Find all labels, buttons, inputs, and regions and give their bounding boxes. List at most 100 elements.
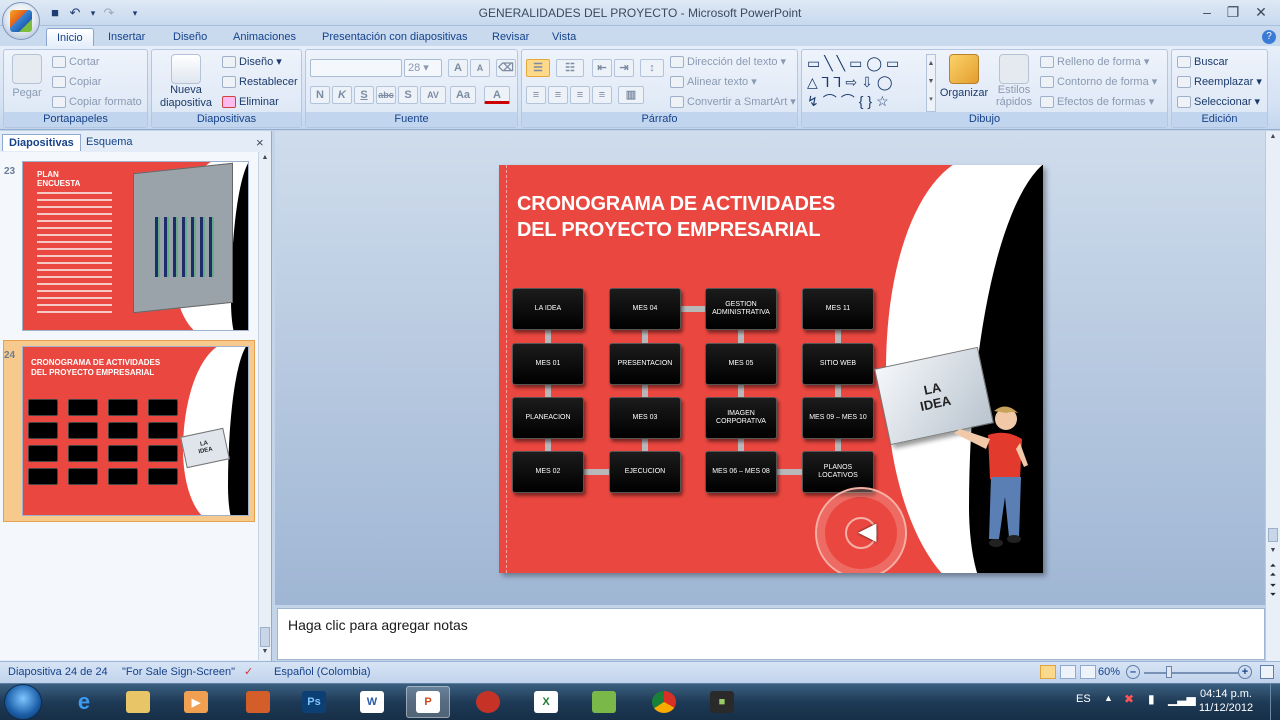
slideshow-icon[interactable] xyxy=(1080,665,1096,679)
zoom-in-icon[interactable]: + xyxy=(1238,665,1252,679)
delete-slide-button[interactable]: Eliminar xyxy=(222,93,279,111)
change-case-button[interactable]: Aa xyxy=(450,86,476,104)
close-pane-button[interactable]: × xyxy=(256,135,264,150)
font-size-input[interactable]: 28 ▾ xyxy=(404,59,442,77)
format-painter-button[interactable]: Copiar formato xyxy=(52,93,142,111)
clear-format-button[interactable]: ⌫ xyxy=(496,59,516,77)
tab-vista[interactable]: Vista xyxy=(542,28,586,47)
zoom-slider-thumb[interactable] xyxy=(1166,666,1172,678)
scroll-up-icon[interactable]: ▲ xyxy=(260,154,270,164)
prev-slide-icon[interactable]: ⏶ ⏶ xyxy=(1268,561,1278,579)
powerpoint-icon[interactable]: P xyxy=(406,686,450,718)
zoom-slider[interactable] xyxy=(1144,672,1238,674)
spellcheck-icon[interactable]: ✓ xyxy=(244,665,253,678)
shape-fill-button[interactable]: Relleno de forma ▾ xyxy=(1040,53,1149,71)
smartart-button[interactable]: Convertir a SmartArt ▾ xyxy=(670,93,796,111)
reset-button[interactable]: Restablecer xyxy=(222,73,298,91)
scroll-thumb[interactable] xyxy=(1268,528,1278,542)
slide-sorter-icon[interactable] xyxy=(1060,665,1076,679)
slides-scrollbar[interactable]: ▲ ▼ xyxy=(258,152,271,660)
new-slide-button[interactable]: Nueva diapositiva xyxy=(156,54,216,110)
tab-animaciones[interactable]: Animaciones xyxy=(223,28,306,47)
language-status[interactable]: Español (Colombia) xyxy=(274,666,371,678)
layout-button[interactable]: Diseño ▾ xyxy=(222,53,282,71)
align-center-button[interactable]: ≡ xyxy=(548,86,568,104)
excel-icon[interactable]: X xyxy=(524,686,568,718)
close-button[interactable]: ✕ xyxy=(1250,3,1272,21)
scroll-thumb[interactable] xyxy=(260,627,270,647)
notes-pane[interactable]: Haga clic para agregar notas xyxy=(277,608,1265,660)
schedule-node[interactable]: MES 02 xyxy=(512,451,584,493)
tab-presentacion[interactable]: Presentación con diapositivas xyxy=(312,28,478,47)
slide-canvas[interactable]: CRONOGRAMA DE ACTIVIDADES DEL PROYECTO E… xyxy=(499,165,1043,573)
schedule-node[interactable]: MES 05 xyxy=(705,343,777,385)
line-spacing-button[interactable]: ↕ xyxy=(640,59,664,77)
cut-button[interactable]: Cortar xyxy=(52,53,100,71)
italic-button[interactable]: K xyxy=(332,86,352,104)
shapes-gallery[interactable]: ▭╲╲▭◯▭ △⅂⅂⇨⇩◯ ↯⌒⌒{}☆ xyxy=(807,54,925,112)
text-direction-button[interactable]: Dirección del texto ▾ xyxy=(670,53,786,71)
language-indicator[interactable]: ES xyxy=(1076,693,1091,705)
zoom-level[interactable]: 60% xyxy=(1098,666,1120,678)
app-icon[interactable] xyxy=(236,686,280,718)
shrink-font-button[interactable]: A xyxy=(470,59,490,77)
schedule-node[interactable]: MES 03 xyxy=(609,397,681,439)
schedule-node[interactable]: SITIO WEB xyxy=(802,343,874,385)
schedule-node[interactable]: MES 01 xyxy=(512,343,584,385)
help-icon[interactable]: ? xyxy=(1262,30,1276,44)
zoom-out-icon[interactable]: – xyxy=(1126,665,1140,679)
normal-view-icon[interactable] xyxy=(1040,665,1056,679)
tab-diapositivas[interactable]: Diapositivas xyxy=(2,134,81,151)
numbering-button[interactable]: ☷ xyxy=(556,59,584,77)
restore-button[interactable]: ❐ xyxy=(1222,3,1244,21)
fit-window-icon[interactable] xyxy=(1260,665,1274,679)
tab-insertar[interactable]: Insertar xyxy=(98,28,155,47)
paste-button[interactable]: Pegar xyxy=(10,54,44,102)
app-icon[interactable] xyxy=(582,686,626,718)
slide-title[interactable]: CRONOGRAMA DE ACTIVIDADES DEL PROYECTO E… xyxy=(517,191,887,243)
align-left-button[interactable]: ≡ xyxy=(526,86,546,104)
schedule-node[interactable]: IMAGEN CORPORATIVA xyxy=(705,397,777,439)
font-name-input[interactable] xyxy=(310,59,402,77)
schedule-node[interactable]: PRESENTACION xyxy=(609,343,681,385)
internet-explorer-icon[interactable]: e xyxy=(62,686,106,718)
grow-font-button[interactable]: A xyxy=(448,59,468,77)
sound-icon[interactable]: ◀ xyxy=(858,517,888,547)
align-right-button[interactable]: ≡ xyxy=(570,86,590,104)
schedule-node[interactable]: EJECUCION xyxy=(609,451,681,493)
replace-button[interactable]: Reemplazar ▾ xyxy=(1177,73,1262,91)
scroll-up-icon[interactable]: ▲ xyxy=(1268,133,1278,140)
tab-diseno[interactable]: Diseño xyxy=(163,28,217,47)
schedule-node[interactable]: MES 06 – MES 08 xyxy=(705,451,777,493)
arrange-button[interactable]: Organizar xyxy=(938,54,990,102)
next-slide-icon[interactable]: ⏷ ⏷ xyxy=(1268,581,1278,599)
copy-button[interactable]: Copiar xyxy=(52,73,101,91)
file-explorer-icon[interactable] xyxy=(116,686,160,718)
find-button[interactable]: Buscar xyxy=(1177,53,1228,71)
bold-button[interactable]: N xyxy=(310,86,330,104)
shape-outline-button[interactable]: Contorno de forma ▾ xyxy=(1040,73,1157,91)
scroll-down-icon[interactable]: ▼ xyxy=(1268,547,1278,554)
tab-inicio[interactable]: Inicio xyxy=(46,28,94,47)
scroll-down-icon[interactable]: ▼ xyxy=(260,648,270,658)
schedule-node[interactable]: LA IDEA xyxy=(512,288,584,330)
office-button[interactable] xyxy=(2,2,40,40)
tray-expand-icon[interactable]: ▲ xyxy=(1104,693,1113,703)
strikethrough-button[interactable]: abc xyxy=(376,86,396,104)
schedule-node[interactable]: GESTION ADMINISTRATIVA xyxy=(705,288,777,330)
shadow-button[interactable]: S xyxy=(398,86,418,104)
schedule-node[interactable]: PLANEACION xyxy=(512,397,584,439)
media-player-icon[interactable]: ▶ xyxy=(174,686,218,718)
word-icon[interactable]: W xyxy=(350,686,394,718)
underline-button[interactable]: S xyxy=(354,86,374,104)
tab-esquema[interactable]: Esquema xyxy=(80,134,138,151)
slide-thumbnail-23[interactable]: PLAN ENCUESTA xyxy=(22,161,249,331)
justify-button[interactable]: ≡ xyxy=(592,86,612,104)
columns-button[interactable]: ▥ xyxy=(618,86,644,104)
tab-revisar[interactable]: Revisar xyxy=(482,28,539,47)
align-text-button[interactable]: Alinear texto ▾ xyxy=(670,73,757,91)
shapes-scroll[interactable]: ▲ ▼ ▾ xyxy=(926,54,936,112)
main-scrollbar[interactable]: ▲ ▼ ⏶ ⏶ ⏷ ⏷ xyxy=(1265,131,1280,661)
char-spacing-button[interactable]: AV xyxy=(420,86,446,104)
minimize-button[interactable]: – xyxy=(1196,3,1218,21)
